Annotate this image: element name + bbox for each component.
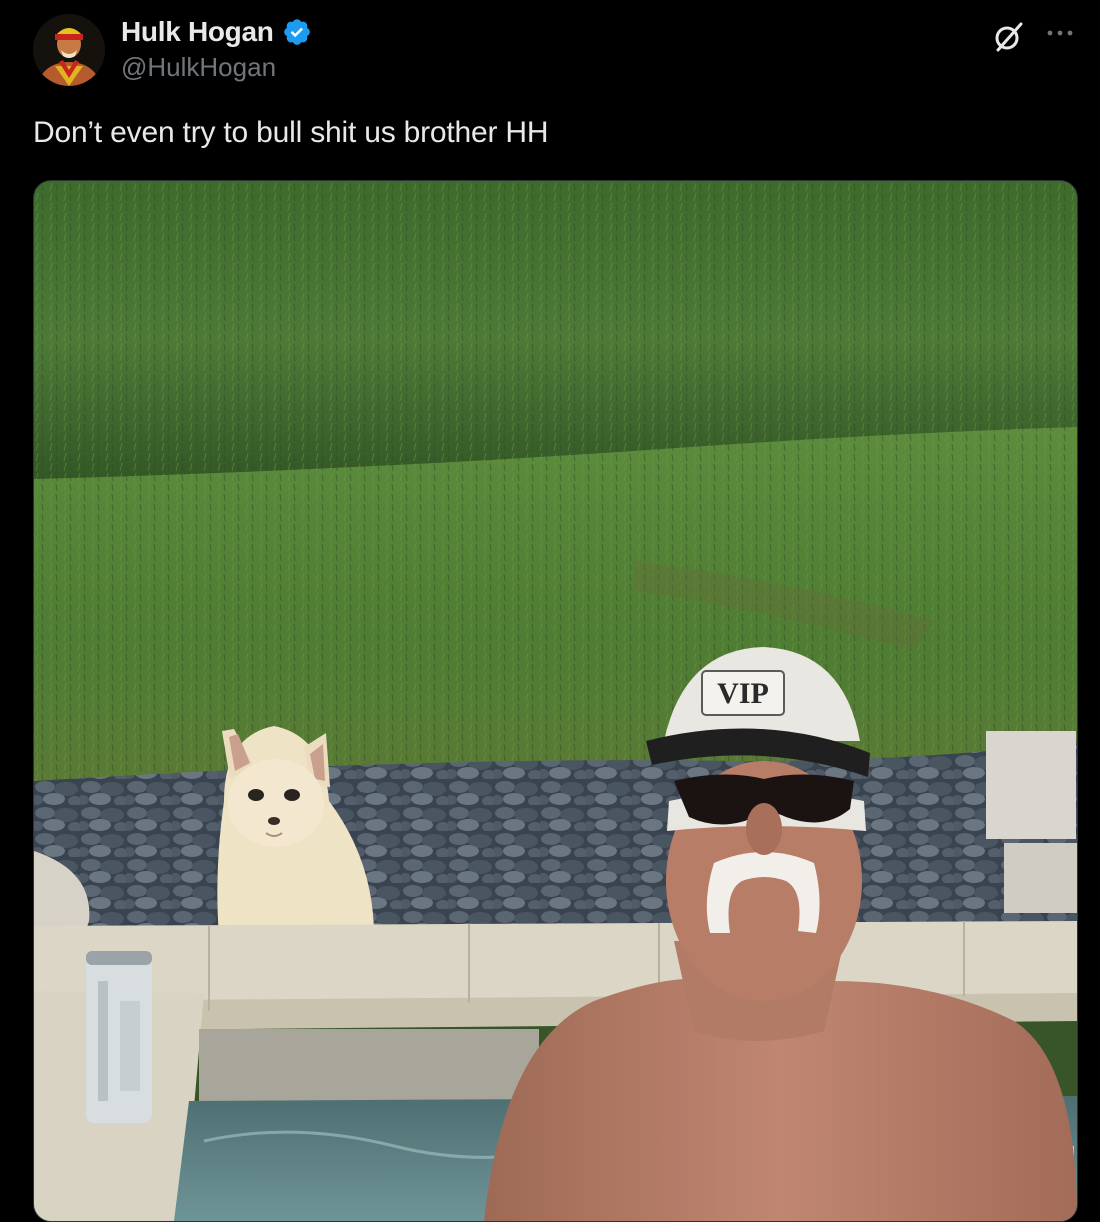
post-media[interactable]: VIP: [33, 180, 1078, 1222]
author-handle[interactable]: @HulkHogan: [121, 52, 276, 83]
author-display-name[interactable]: Hulk Hogan: [121, 16, 274, 48]
cap-logo-text: VIP: [717, 677, 769, 710]
more-options-icon[interactable]: [1044, 22, 1076, 44]
drink-can: [86, 951, 152, 1123]
post-text: Don’t even try to bull shit us brother H…: [33, 116, 549, 149]
verified-badge-icon[interactable]: [282, 17, 312, 47]
avatar-image: [33, 14, 105, 86]
post-photo: VIP: [34, 181, 1077, 1221]
author-avatar[interactable]: [33, 14, 105, 86]
grok-icon[interactable]: [992, 20, 1026, 54]
author-name-row[interactable]: Hulk Hogan: [121, 14, 312, 50]
post-card: Hulk Hogan @HulkHogan Don’t even try to …: [0, 0, 1100, 1222]
